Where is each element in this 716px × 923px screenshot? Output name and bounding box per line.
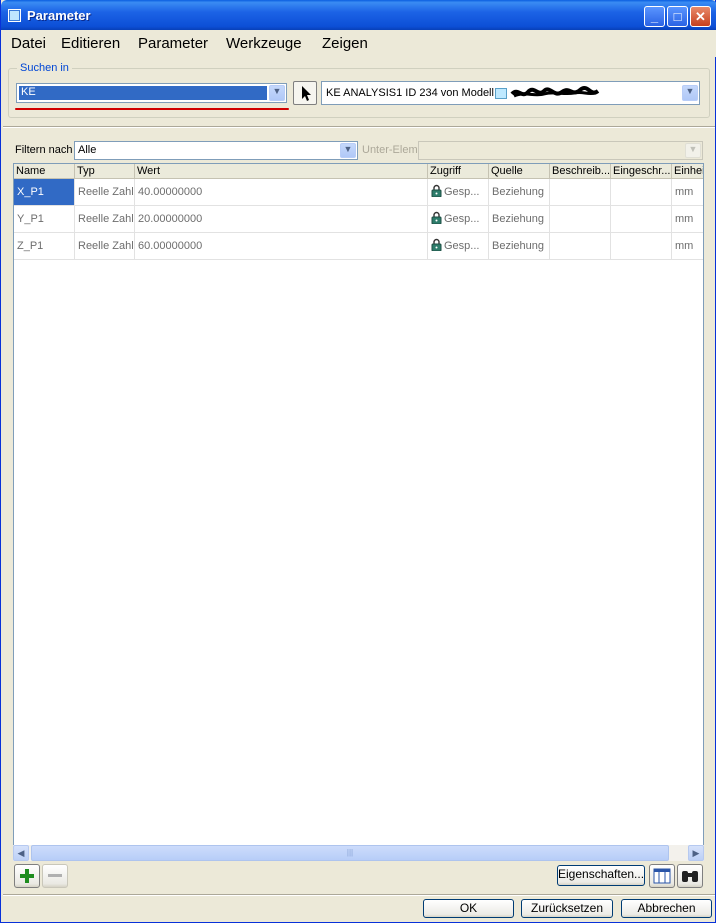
cell-restricted[interactable] (611, 233, 672, 259)
chevron-right-icon: ▶ (692, 848, 700, 858)
highlight-underline (15, 108, 289, 110)
cell-source[interactable]: Beziehung (489, 179, 550, 205)
cell-type[interactable]: Reelle Zahl (75, 179, 135, 205)
remove-parameter-button (42, 864, 68, 888)
scope-selection (19, 86, 267, 100)
cell-source[interactable]: Beziehung (489, 206, 550, 232)
redacted-model-name (510, 86, 600, 98)
cursor-arrow-icon (302, 86, 311, 101)
model-value: KE ANALYSIS1 ID 234 von Modell (326, 87, 494, 99)
table-row[interactable]: Z_P1 Reelle Zahl 60.00000000 Gesp... Bez… (14, 233, 703, 260)
chevron-down-icon[interactable]: ▼ (269, 85, 285, 101)
menu-zeigen[interactable]: Zeigen (322, 35, 368, 52)
column-header-description[interactable]: Beschreib... (550, 164, 611, 179)
maximize-icon: □ (673, 9, 682, 24)
chevron-down-icon[interactable]: ▼ (340, 143, 356, 158)
lock-icon (431, 211, 442, 224)
close-icon: ✕ (695, 9, 706, 24)
scope-value: KE (21, 86, 36, 98)
ok-button[interactable]: OK (423, 899, 514, 918)
cell-access-text: Gesp... (444, 240, 480, 252)
cancel-button[interactable]: Abbrechen (621, 899, 712, 918)
menu-werkzeuge[interactable]: Werkzeuge (226, 35, 302, 52)
close-button[interactable]: ✕ (690, 6, 711, 27)
filter-dropdown[interactable]: Alle ▼ (74, 141, 358, 160)
app-icon (8, 9, 21, 22)
minimize-button[interactable]: _ (644, 6, 665, 27)
column-header-value[interactable]: Wert (135, 164, 428, 179)
scroll-left-button[interactable]: ◀ (13, 845, 29, 861)
column-header-source[interactable]: Quelle (489, 164, 550, 179)
table-row[interactable]: Y_P1 Reelle Zahl 20.00000000 Gesp... Bez… (14, 206, 703, 233)
cell-restricted[interactable] (611, 179, 672, 205)
table-row[interactable]: X_P1 Reelle Zahl 40.00000000 Gesp... Bez… (14, 179, 703, 206)
cell-value[interactable]: 40.00000000 (135, 179, 428, 205)
columns-button[interactable] (649, 864, 675, 888)
parameter-window: Parameter _ □ ✕ Datei Editieren Paramete… (0, 0, 716, 923)
column-header-type[interactable]: Typ (75, 164, 135, 179)
binoculars-icon (682, 871, 698, 882)
column-header-unit[interactable]: Einheit (672, 164, 703, 179)
cell-name[interactable]: Y_P1 (14, 206, 75, 232)
table-columns-icon (653, 868, 671, 884)
properties-button[interactable]: Eigenschaften... (557, 865, 645, 886)
minus-icon (48, 874, 62, 877)
cell-unit[interactable]: mm (672, 233, 703, 259)
bottom-divider (3, 894, 715, 896)
chevron-down-icon[interactable]: ▼ (682, 85, 698, 101)
chevron-down-icon: ▼ (685, 143, 701, 158)
cell-description[interactable] (550, 233, 611, 259)
chevron-left-icon: ◀ (17, 848, 25, 858)
cell-unit[interactable]: mm (672, 179, 703, 205)
window-title: Parameter (27, 8, 91, 23)
menu-parameter[interactable]: Parameter (138, 35, 208, 52)
filter-label: Filtern nach (15, 144, 73, 156)
subelement-label: Unter-Elem (362, 144, 418, 156)
subelement-dropdown: ▼ (418, 141, 703, 160)
cell-description[interactable] (550, 206, 611, 232)
scope-dropdown[interactable]: KE ▼ (16, 83, 287, 103)
model-icon (495, 88, 507, 99)
search-button[interactable] (677, 864, 703, 888)
menu-editieren[interactable]: Editieren (61, 35, 120, 52)
menu-bar: Datei Editieren Parameter Werkzeuge Zeig… (2, 30, 716, 57)
cell-access-text: Gesp... (444, 186, 480, 198)
lock-icon (431, 184, 442, 197)
cell-access[interactable]: Gesp... (428, 233, 489, 259)
plus-icon (20, 869, 34, 883)
cell-value[interactable]: 60.00000000 (135, 233, 428, 259)
cell-source[interactable]: Beziehung (489, 233, 550, 259)
cell-description[interactable] (550, 179, 611, 205)
cell-restricted[interactable] (611, 206, 672, 232)
column-header-restricted[interactable]: Eingeschr... (611, 164, 672, 179)
cell-name[interactable]: Z_P1 (14, 233, 75, 259)
maximize-button[interactable]: □ (667, 6, 688, 27)
cell-unit[interactable]: mm (672, 206, 703, 232)
parameter-table[interactable]: Name Typ Wert Zugriff Quelle Beschreib..… (13, 163, 704, 861)
select-from-model-button[interactable] (293, 81, 317, 105)
lock-icon (431, 238, 442, 251)
filter-value: Alle (78, 144, 97, 156)
cell-type[interactable]: Reelle Zahl (75, 206, 135, 232)
cell-access-text: Gesp... (444, 213, 480, 225)
menu-datei[interactable]: Datei (11, 35, 46, 52)
cell-type[interactable]: Reelle Zahl (75, 233, 135, 259)
column-header-access[interactable]: Zugriff (428, 164, 489, 179)
scroll-right-button[interactable]: ▶ (688, 845, 704, 861)
scrollbar-thumb[interactable]: ||| (31, 845, 669, 861)
horizontal-scrollbar[interactable]: ◀ ||| ▶ (13, 845, 704, 861)
minimize-icon: _ (650, 9, 659, 24)
cell-value[interactable]: 20.00000000 (135, 206, 428, 232)
model-dropdown[interactable]: KE ANALYSIS1 ID 234 von Modell ▼ (321, 81, 700, 105)
table-header: Name Typ Wert Zugriff Quelle Beschreib..… (14, 164, 703, 179)
add-parameter-button[interactable] (14, 864, 40, 888)
cell-access[interactable]: Gesp... (428, 206, 489, 232)
column-header-name[interactable]: Name (14, 164, 75, 179)
divider (3, 126, 715, 128)
cell-access[interactable]: Gesp... (428, 179, 489, 205)
title-bar[interactable]: Parameter _ □ ✕ (1, 0, 716, 30)
cell-name[interactable]: X_P1 (14, 179, 75, 205)
search-group-label: Suchen in (17, 62, 72, 74)
reset-button[interactable]: Zurücksetzen (521, 899, 613, 918)
